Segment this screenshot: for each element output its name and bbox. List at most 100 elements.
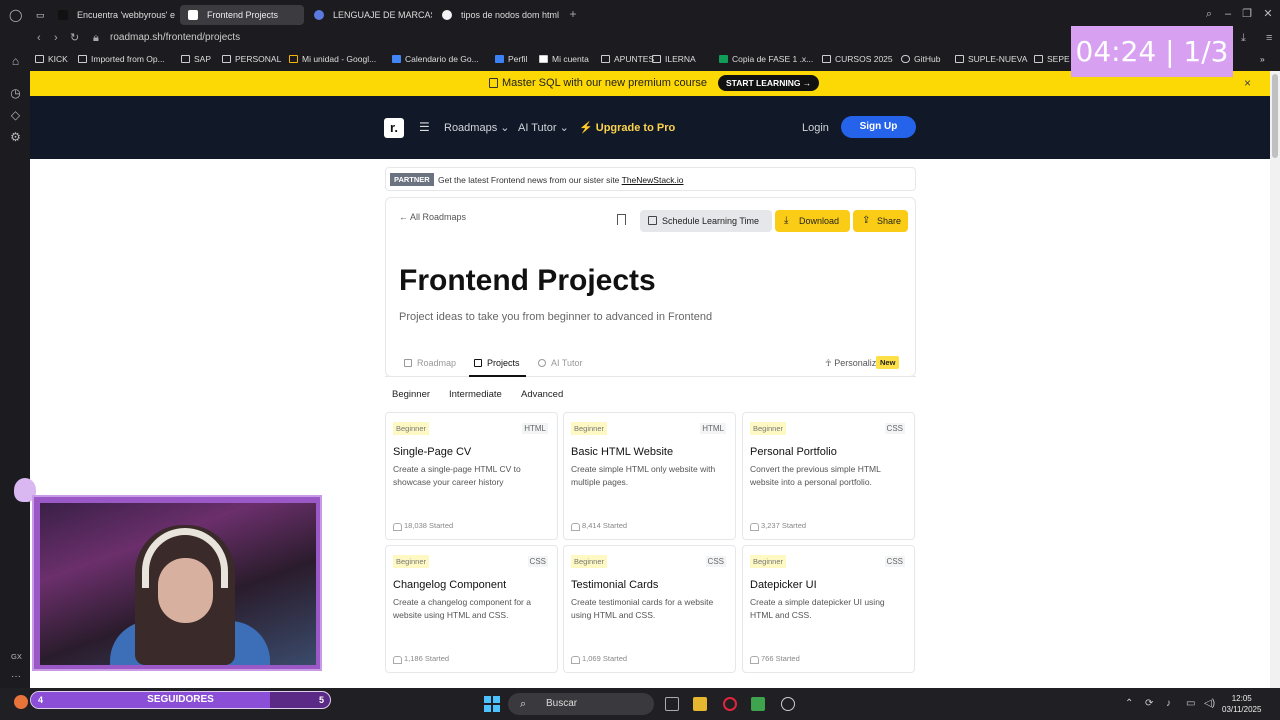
tab-roadmap[interactable]: Roadmap	[404, 357, 456, 369]
share-button[interactable]: ⇪ Share	[853, 210, 908, 232]
sheets-app-icon[interactable]	[751, 697, 765, 711]
volume-icon[interactable]: ◁)	[1204, 698, 1215, 710]
close-window-icon[interactable]: ✕	[1262, 8, 1274, 20]
tab-frontend-projects[interactable]: Frontend Projects	[180, 5, 304, 25]
download-button[interactable]: ⤓ Download	[775, 210, 850, 232]
calendar-icon	[648, 216, 657, 225]
obs-icon[interactable]	[781, 697, 795, 711]
level-badge: Beginner	[571, 422, 608, 435]
scrollbar-thumb[interactable]	[1272, 74, 1278, 158]
bookmark-item[interactable]: KICK	[35, 52, 68, 66]
new-tab-plus-icon[interactable]: +	[566, 7, 580, 21]
bookmark-item[interactable]: ILERNA	[652, 52, 696, 66]
project-card[interactable]: Beginner CSS Personal Portfolio Convert …	[742, 412, 915, 540]
extensions-icon[interactable]: ◇	[9, 109, 22, 122]
project-description: Create testimonial cards for a website u…	[571, 597, 714, 620]
forward-arrow-icon[interactable]: ›	[54, 32, 58, 44]
page-scrollbar[interactable]	[1270, 71, 1280, 688]
task-view-icon[interactable]	[665, 697, 679, 711]
roadmaps-dropdown[interactable]: Roadmaps ⌄	[444, 121, 509, 135]
partner-link[interactable]: TheNewStack.io	[622, 175, 684, 185]
bookmark-item[interactable]: Perfil	[495, 52, 527, 66]
roadmap-logo[interactable]: r.	[384, 118, 404, 138]
bookmark-item[interactable]: SUPLE-NUEVA	[955, 52, 1027, 66]
menu-icon[interactable]: ≡	[1266, 32, 1272, 44]
bookmark-item[interactable]: Imported from Op...	[78, 52, 165, 66]
tab-switch-icon[interactable]: ▭	[36, 5, 48, 25]
network-icon[interactable]: ▭	[1186, 698, 1195, 710]
bookmark-label: Calendario de Go...	[405, 54, 479, 64]
history-icon[interactable]: ◷	[9, 87, 22, 100]
folder-icon	[1034, 55, 1043, 63]
more-icon[interactable]: ···	[11, 671, 21, 682]
project-card[interactable]: Beginner CSS Changelog Component Create …	[385, 545, 558, 673]
webcam-overlay	[32, 495, 322, 671]
bookmark-item[interactable]: Copia de FASE 1 .x...	[719, 52, 813, 66]
project-card[interactable]: Beginner HTML Basic HTML Website Create …	[563, 412, 736, 540]
tab-tiktok[interactable]: Encuentra 'webbyrous' e	[50, 5, 178, 25]
level-filter-intermediate[interactable]: Intermediate	[449, 387, 502, 403]
bookmark-item[interactable]: SAP	[181, 52, 211, 66]
restore-icon[interactable]: ❐	[1241, 8, 1253, 20]
bookmark-item[interactable]: APUNTES	[601, 52, 654, 66]
windows-start-icon[interactable]	[484, 696, 500, 712]
bookmark-item[interactable]: SEPE	[1034, 52, 1070, 66]
level-filter-advanced[interactable]: Advanced	[521, 387, 563, 403]
bookmark-item[interactable]: Calendario de Go...	[392, 52, 479, 66]
all-roadmaps-link[interactable]: ← All Roadmaps	[399, 212, 466, 222]
bookmark-item[interactable]: PERSONAL	[222, 52, 281, 66]
taskbar-search[interactable]: ⌕ Buscar	[508, 693, 654, 715]
firefox-icon[interactable]	[14, 695, 28, 709]
tab-lenguaje-marcas[interactable]: LENGUAJE DE MARCAS	[306, 5, 432, 25]
bookmark-item[interactable]: Mi cuenta	[539, 52, 589, 66]
started-count: 8,414 Started	[571, 521, 627, 531]
search-tabs-icon[interactable]: ⌕	[1203, 8, 1215, 20]
tab-projects[interactable]: Projects	[474, 357, 520, 369]
bookmarks-overflow-icon[interactable]: »	[1260, 52, 1265, 66]
tab-ai-tutor[interactable]: AI Tutor	[538, 357, 583, 369]
gx-icon[interactable]: GX	[11, 652, 22, 661]
tech-tag: HTML	[522, 423, 548, 434]
sheets-icon	[719, 55, 728, 63]
tab-label: Projects	[487, 358, 520, 368]
back-arrow-icon[interactable]: ‹	[37, 32, 41, 44]
new-badge: New	[876, 356, 900, 369]
download-manager-icon[interactable]: ⤓	[1241, 32, 1246, 44]
project-card[interactable]: Beginner CSS Testimonial Cards Create te…	[563, 545, 736, 673]
login-link[interactable]: Login	[802, 121, 829, 135]
tray-chevron-icon[interactable]: ⌃	[1125, 698, 1133, 710]
settings-gear-icon[interactable]: ⚙	[9, 131, 22, 144]
tech-tag: CSS	[884, 423, 905, 434]
hamburger-menu-icon[interactable]: ☰	[419, 120, 430, 134]
mic-icon[interactable]: ♪	[1166, 698, 1171, 710]
minimize-icon[interactable]: –	[1222, 8, 1234, 20]
project-card[interactable]: Beginner HTML Single-Page CV Create a si…	[385, 412, 558, 540]
bookmark-label: Perfil	[508, 54, 528, 64]
project-card[interactable]: Beginner CSS Datepicker UI Create a simp…	[742, 545, 915, 673]
bookmark-item[interactable]: CURSOS 2025	[822, 52, 893, 66]
tab-google-search[interactable]: tipos de nodos dom html	[434, 5, 560, 25]
sync-icon[interactable]: ⟳	[1145, 698, 1153, 710]
folder-icon	[601, 55, 610, 63]
personalize-button[interactable]: ☥ Personalize	[825, 357, 881, 369]
reload-icon[interactable]: ↻	[70, 32, 79, 44]
followers-goal: 5	[318, 695, 324, 705]
signup-button[interactable]: Sign Up	[841, 116, 916, 138]
page-title: Frontend Projects	[399, 264, 656, 297]
bookmark-icon[interactable]	[617, 214, 626, 225]
ai-tutor-dropdown[interactable]: AI Tutor ⌄	[518, 121, 569, 135]
account-icon	[539, 55, 548, 63]
upgrade-to-pro-link[interactable]: ⚡ Upgrade to Pro	[579, 121, 675, 135]
file-explorer-icon[interactable]	[693, 697, 707, 711]
opera-logo-icon[interactable]: ◯	[9, 9, 22, 22]
system-clock[interactable]: 12:05 03/11/2025	[1222, 693, 1261, 715]
sidebar-home-icon[interactable]: ⌂	[9, 55, 22, 68]
close-icon[interactable]: ×	[1244, 76, 1251, 90]
bookmark-item[interactable]: Mi unidad - Googl...	[289, 52, 376, 66]
url-text[interactable]: roadmap.sh/frontend/projects	[110, 31, 240, 45]
bookmark-item[interactable]: GitHub	[901, 52, 940, 66]
start-learning-button[interactable]: START LEARNING →	[718, 75, 820, 91]
opera-gx-icon[interactable]	[723, 697, 737, 711]
schedule-learning-button[interactable]: Schedule Learning Time	[640, 210, 772, 232]
level-filter-beginner[interactable]: Beginner	[392, 387, 430, 403]
